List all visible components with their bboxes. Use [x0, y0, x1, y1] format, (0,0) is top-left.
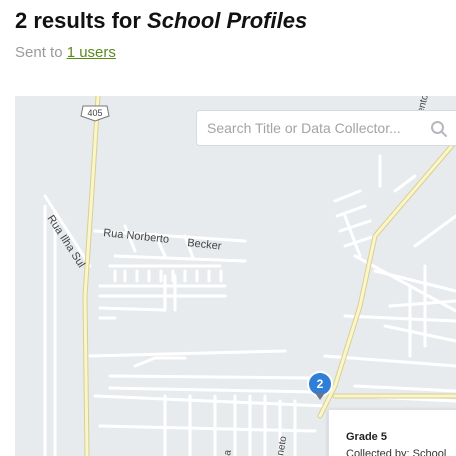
street-label-becker: Becker	[187, 237, 223, 253]
sent-to-line: Sent to 1 users	[15, 44, 116, 61]
street-label-ilha-sul: Rua Ilha Sul	[44, 213, 87, 270]
map-view[interactable]: 405 Rua Norberto Becker Rua Ilha Sul ent…	[15, 96, 456, 456]
popup-collected-by: Collected by: School	[346, 448, 447, 456]
street-label-partial-bottom: neto	[275, 435, 289, 456]
users-link[interactable]: 1 users	[67, 44, 116, 61]
results-query: School Profiles	[147, 8, 308, 33]
popup-title: Grade 5	[346, 431, 387, 443]
map-cluster-marker[interactable]: 2	[309, 373, 331, 395]
map-search-input[interactable]	[207, 111, 423, 145]
results-heading: 2 results for School Profiles	[15, 8, 307, 34]
map-marker-pin-tail	[315, 393, 325, 400]
search-icon[interactable]	[430, 120, 448, 138]
sent-to-prefix: Sent to	[15, 44, 67, 61]
results-count-text: 2 results for	[15, 8, 148, 33]
map-canvas: 405 Rua Norberto Becker Rua Ilha Sul ent…	[43, 96, 456, 456]
result-popup[interactable]: Grade 5 Collected by: School	[328, 409, 456, 456]
route-shield: 405	[80, 105, 110, 122]
route-shield-label: 405	[87, 108, 102, 118]
street-label-partial-left: a	[222, 449, 234, 456]
map-search-box	[196, 110, 456, 146]
street-label-norberto: Rua Norberto	[103, 227, 170, 246]
